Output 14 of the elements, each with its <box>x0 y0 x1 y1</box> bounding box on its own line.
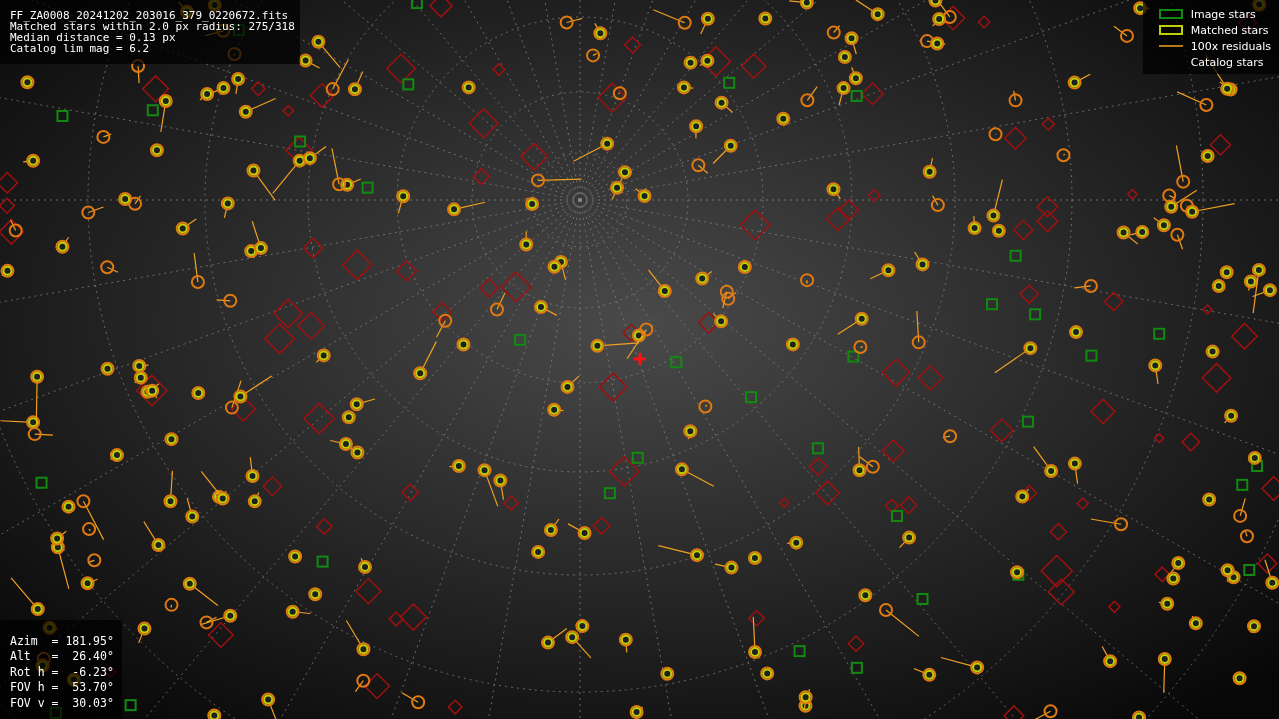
legend-label: 100x residuals <box>1190 40 1271 52</box>
pointing-line: Azim = 181.95° <box>10 633 114 649</box>
pointing-line: FOV v = 30.03° <box>10 695 114 711</box>
info-line: Median distance = 0.13 px <box>10 32 176 43</box>
legend-label: Image stars <box>1190 8 1256 20</box>
legend-swatch-icon <box>1158 25 1183 35</box>
legend-label: Catalog stars <box>1190 56 1264 68</box>
info-line: Catalog lim mag = 6.2 <box>10 43 151 54</box>
legend-swatch-icon <box>1158 9 1183 19</box>
legend-label: Matched stars <box>1190 24 1269 36</box>
info-line: FF_ZA0008_20241202_203016_379_0220672.fits <box>10 10 290 21</box>
pointing-line: Alt = 26.40° <box>10 649 114 665</box>
pointing-line: Rot h = -6.23° <box>10 664 114 680</box>
pointing-line: FOV h = 53.70° <box>10 680 114 696</box>
